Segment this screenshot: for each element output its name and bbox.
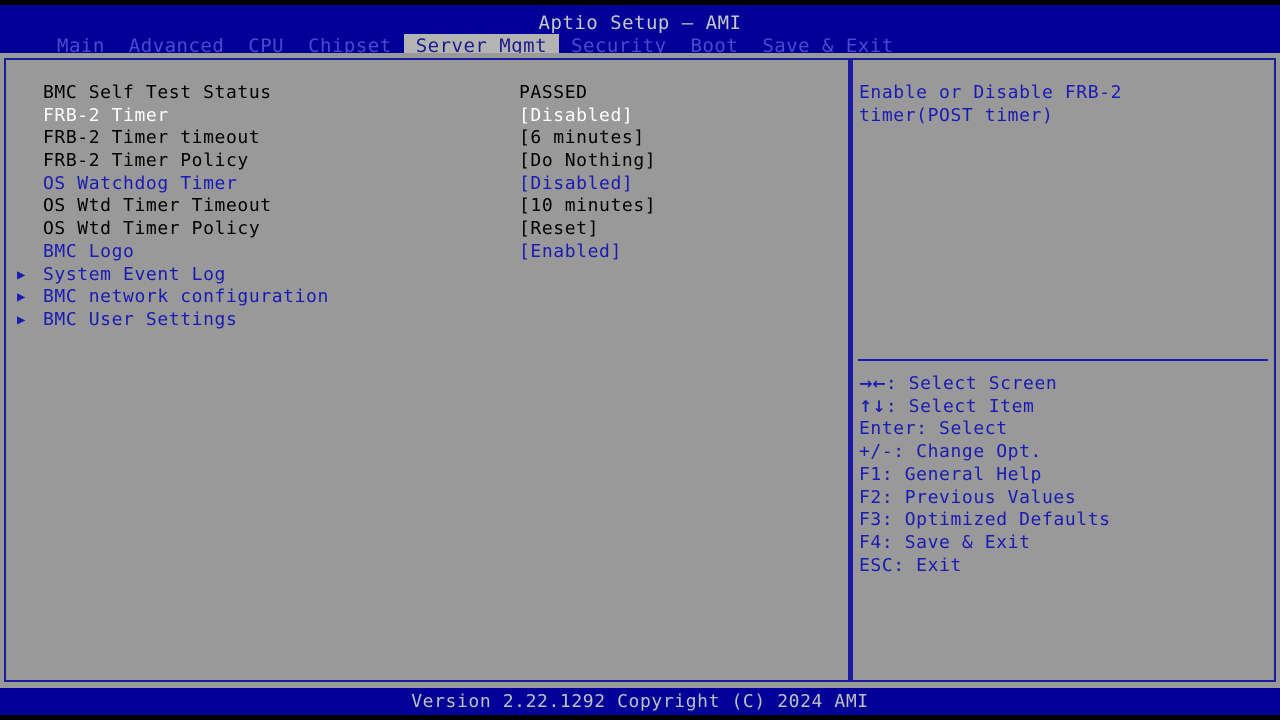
submenu-row[interactable]: ▶ System Event Log	[6, 264, 848, 287]
setting-label: OS Watchdog Timer	[43, 173, 237, 196]
setting-value[interactable]: [Disabled]	[519, 173, 633, 196]
key-legend-text: Enter: Select	[859, 418, 1008, 439]
key-legend-list: →←: Select Screen↑↓: Select ItemEnter: S…	[859, 373, 1269, 577]
help-panel: Enable or Disable FRB-2 timer(POST timer…	[850, 58, 1276, 682]
setting-value[interactable]: [Disabled]	[519, 105, 633, 128]
setting-row[interactable]: FRB-2 Timer timeout [6 minutes]	[6, 127, 848, 150]
setting-row[interactable]: OS Watchdog Timer [Disabled]	[6, 173, 848, 196]
setting-row[interactable]: OS Wtd Timer Policy [Reset]	[6, 218, 848, 241]
key-legend-item: →←: Select Screen	[859, 373, 1269, 396]
body-area: BMC Self Test Status PASSED FRB-2 Timer [Di…	[0, 53, 1280, 688]
submenu-arrow-icon: ▶	[17, 309, 33, 332]
key-legend-item: F3: Optimized Defaults	[859, 509, 1269, 532]
key-legend-item: +/-: Change Opt.	[859, 441, 1269, 464]
setting-label: FRB-2 Timer	[43, 105, 169, 128]
settings-panel: BMC Self Test Status PASSED FRB-2 Timer [Di…	[4, 58, 850, 682]
key-legend-text: +/-: Change Opt.	[859, 441, 1042, 462]
setting-label: FRB-2 Timer timeout	[43, 127, 260, 150]
key-legend-text: : Select Item	[886, 396, 1035, 417]
submenu-row[interactable]: ▶ BMC User Settings	[6, 309, 848, 332]
setting-label: BMC Logo	[43, 241, 135, 264]
setting-label: System Event Log	[43, 264, 226, 287]
arrow-key-icon: →←	[859, 374, 886, 393]
key-legend-item: ↑↓: Select Item	[859, 396, 1269, 419]
submenu-arrow-icon: ▶	[17, 264, 33, 287]
setting-value[interactable]: [Do Nothing]	[519, 150, 656, 173]
version-copyright: Version 2.22.1292 Copyright (C) 2024 AMI	[0, 691, 1280, 713]
key-legend-text: F1: General Help	[859, 464, 1042, 485]
setting-row[interactable]: FRB-2 Timer Policy [Do Nothing]	[6, 150, 848, 173]
setting-value[interactable]: [Enabled]	[519, 241, 622, 264]
setting-label: BMC User Settings	[43, 309, 237, 332]
key-legend-item: Enter: Select	[859, 418, 1269, 441]
key-legend-text: F4: Save & Exit	[859, 532, 1031, 553]
setting-label: BMC network configuration	[43, 286, 329, 309]
key-legend-item: F2: Previous Values	[859, 487, 1269, 510]
setting-label: BMC Self Test Status	[43, 82, 272, 105]
setting-row[interactable]: BMC Logo [Enabled]	[6, 241, 848, 264]
setting-label: FRB-2 Timer Policy	[43, 150, 249, 173]
help-description: Enable or Disable FRB-2 timer(POST timer…	[859, 82, 1267, 127]
submenu-row[interactable]: ▶ BMC network configuration	[6, 286, 848, 309]
key-legend-text: : Select Screen	[886, 373, 1058, 394]
setting-label: OS Wtd Timer Timeout	[43, 195, 272, 218]
setting-value[interactable]: PASSED	[519, 82, 588, 105]
submenu-arrow-icon: ▶	[17, 286, 33, 309]
setting-row[interactable]: OS Wtd Timer Timeout [10 minutes]	[6, 195, 848, 218]
arrow-key-icon: ↑↓	[859, 397, 886, 416]
footer-bar: Version 2.22.1292 Copyright (C) 2024 AMI	[0, 688, 1280, 715]
setting-row[interactable]: FRB-2 Timer [Disabled]	[6, 105, 848, 128]
settings-list[interactable]: BMC Self Test Status PASSED FRB-2 Timer [Di…	[6, 82, 848, 332]
key-legend-text: F3: Optimized Defaults	[859, 509, 1111, 530]
key-legend-item: F4: Save & Exit	[859, 532, 1269, 555]
key-legend-item: ESC: Exit	[859, 555, 1269, 578]
setting-label: OS Wtd Timer Policy	[43, 218, 260, 241]
bottom-edge	[0, 715, 1280, 720]
key-legend-item: F1: General Help	[859, 464, 1269, 487]
bios-setup-screen: Aptio Setup – AMI MainAdvancedCPUChipset…	[0, 0, 1280, 720]
setting-value[interactable]: [Reset]	[519, 218, 599, 241]
header-bar: Aptio Setup – AMI MainAdvancedCPUChipset…	[0, 5, 1280, 53]
help-separator	[858, 359, 1268, 361]
setting-row[interactable]: BMC Self Test Status PASSED	[6, 82, 848, 105]
page-title: Aptio Setup – AMI	[0, 12, 1280, 34]
setting-value[interactable]: [10 minutes]	[519, 195, 656, 218]
setting-value[interactable]: [6 minutes]	[519, 127, 645, 150]
key-legend-text: ESC: Exit	[859, 555, 962, 576]
key-legend-text: F2: Previous Values	[859, 487, 1076, 508]
